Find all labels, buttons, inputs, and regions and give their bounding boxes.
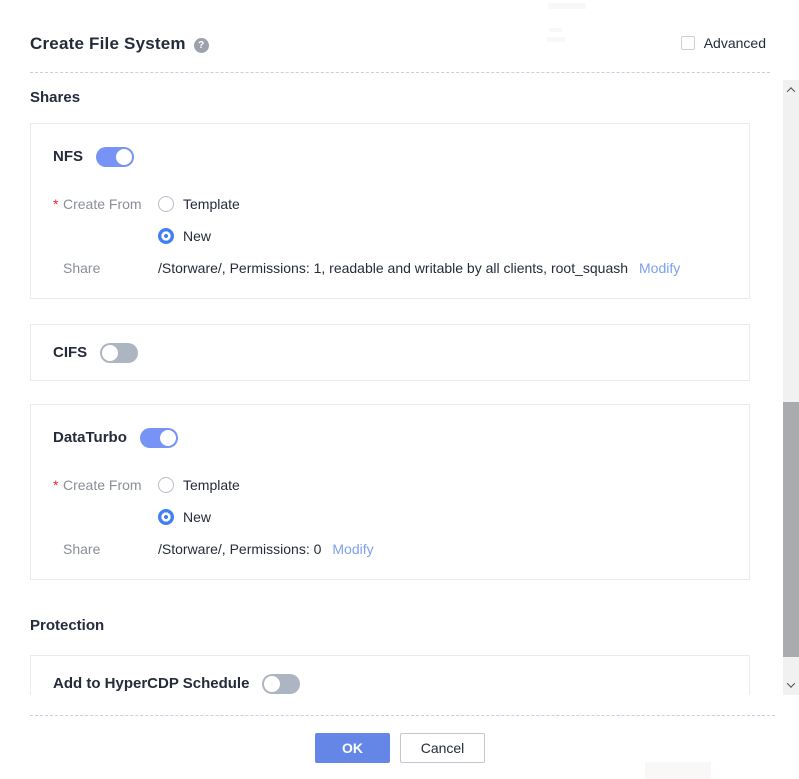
required-mark: * — [53, 194, 63, 214]
top-separator — [30, 72, 770, 73]
nfs-card: NFS *Create From Template New Share — [30, 123, 750, 299]
toggle-knob — [160, 430, 176, 446]
dialog-header: Create File System ? Advanced — [30, 33, 766, 55]
hypercdp-card: Add to HyperCDP Schedule — [30, 655, 750, 695]
cifs-card: CIFS — [30, 324, 750, 381]
dataturbo-toggle[interactable] — [140, 428, 178, 448]
radio-new[interactable]: New — [158, 507, 240, 527]
radio-label: New — [183, 507, 211, 527]
screen-artifact — [645, 762, 711, 779]
create-from-label: *Create From — [53, 475, 158, 495]
radio-template[interactable]: Template — [158, 475, 240, 495]
share-value: /Storware/, Permissions: 1, readable and… — [158, 258, 628, 278]
advanced-label: Advanced — [704, 35, 766, 51]
scrollbar[interactable] — [783, 80, 799, 695]
share-value: /Storware/, Permissions: 0 — [158, 539, 321, 559]
nfs-modify-link[interactable]: Modify — [639, 258, 680, 278]
toggle-knob — [264, 676, 280, 692]
create-from-label: *Create From — [53, 194, 158, 214]
protection-section-heading: Protection — [30, 616, 750, 635]
share-label: Share — [53, 258, 158, 278]
dataturbo-label: DataTurbo — [53, 429, 127, 446]
screen-artifact — [548, 3, 586, 9]
scrollbar-thumb[interactable] — [783, 402, 799, 657]
dataturbo-card: DataTurbo *Create From Template New — [30, 404, 750, 580]
nfs-label: NFS — [53, 148, 83, 165]
radio-selected-icon[interactable] — [158, 509, 174, 525]
required-mark: * — [53, 475, 63, 495]
form-scroll-area: Shares NFS *Create From Template New — [0, 80, 783, 695]
share-label: Share — [53, 539, 158, 559]
ok-button[interactable]: OK — [315, 733, 390, 763]
toggle-knob — [116, 149, 132, 165]
scroll-up-button[interactable] — [783, 82, 799, 98]
cifs-label: CIFS — [53, 344, 87, 361]
chevron-up-icon — [787, 87, 795, 95]
chevron-down-icon — [787, 679, 795, 687]
radio-unselected-icon[interactable] — [158, 196, 174, 212]
hypercdp-label: Add to HyperCDP Schedule — [53, 675, 249, 692]
help-icon[interactable]: ? — [194, 38, 209, 53]
radio-selected-icon[interactable] — [158, 228, 174, 244]
hypercdp-toggle[interactable] — [262, 674, 300, 694]
radio-template[interactable]: Template — [158, 194, 240, 214]
radio-label: New — [183, 226, 211, 246]
page-title: Create File System — [30, 33, 186, 55]
cifs-toggle[interactable] — [100, 343, 138, 363]
advanced-checkbox[interactable] — [681, 36, 695, 50]
toggle-knob — [102, 345, 118, 361]
radio-label: Template — [183, 194, 240, 214]
dataturbo-modify-link[interactable]: Modify — [332, 539, 373, 559]
advanced-option[interactable]: Advanced — [681, 35, 766, 51]
cancel-button[interactable]: Cancel — [400, 733, 485, 763]
radio-new[interactable]: New — [158, 226, 240, 246]
nfs-toggle[interactable] — [96, 147, 134, 167]
scroll-down-button[interactable] — [783, 677, 799, 693]
screen-artifact — [549, 28, 562, 32]
radio-unselected-icon[interactable] — [158, 477, 174, 493]
footer-separator — [30, 715, 775, 716]
radio-label: Template — [183, 475, 240, 495]
screen-artifact — [547, 37, 565, 42]
shares-section-heading: Shares — [30, 88, 750, 107]
